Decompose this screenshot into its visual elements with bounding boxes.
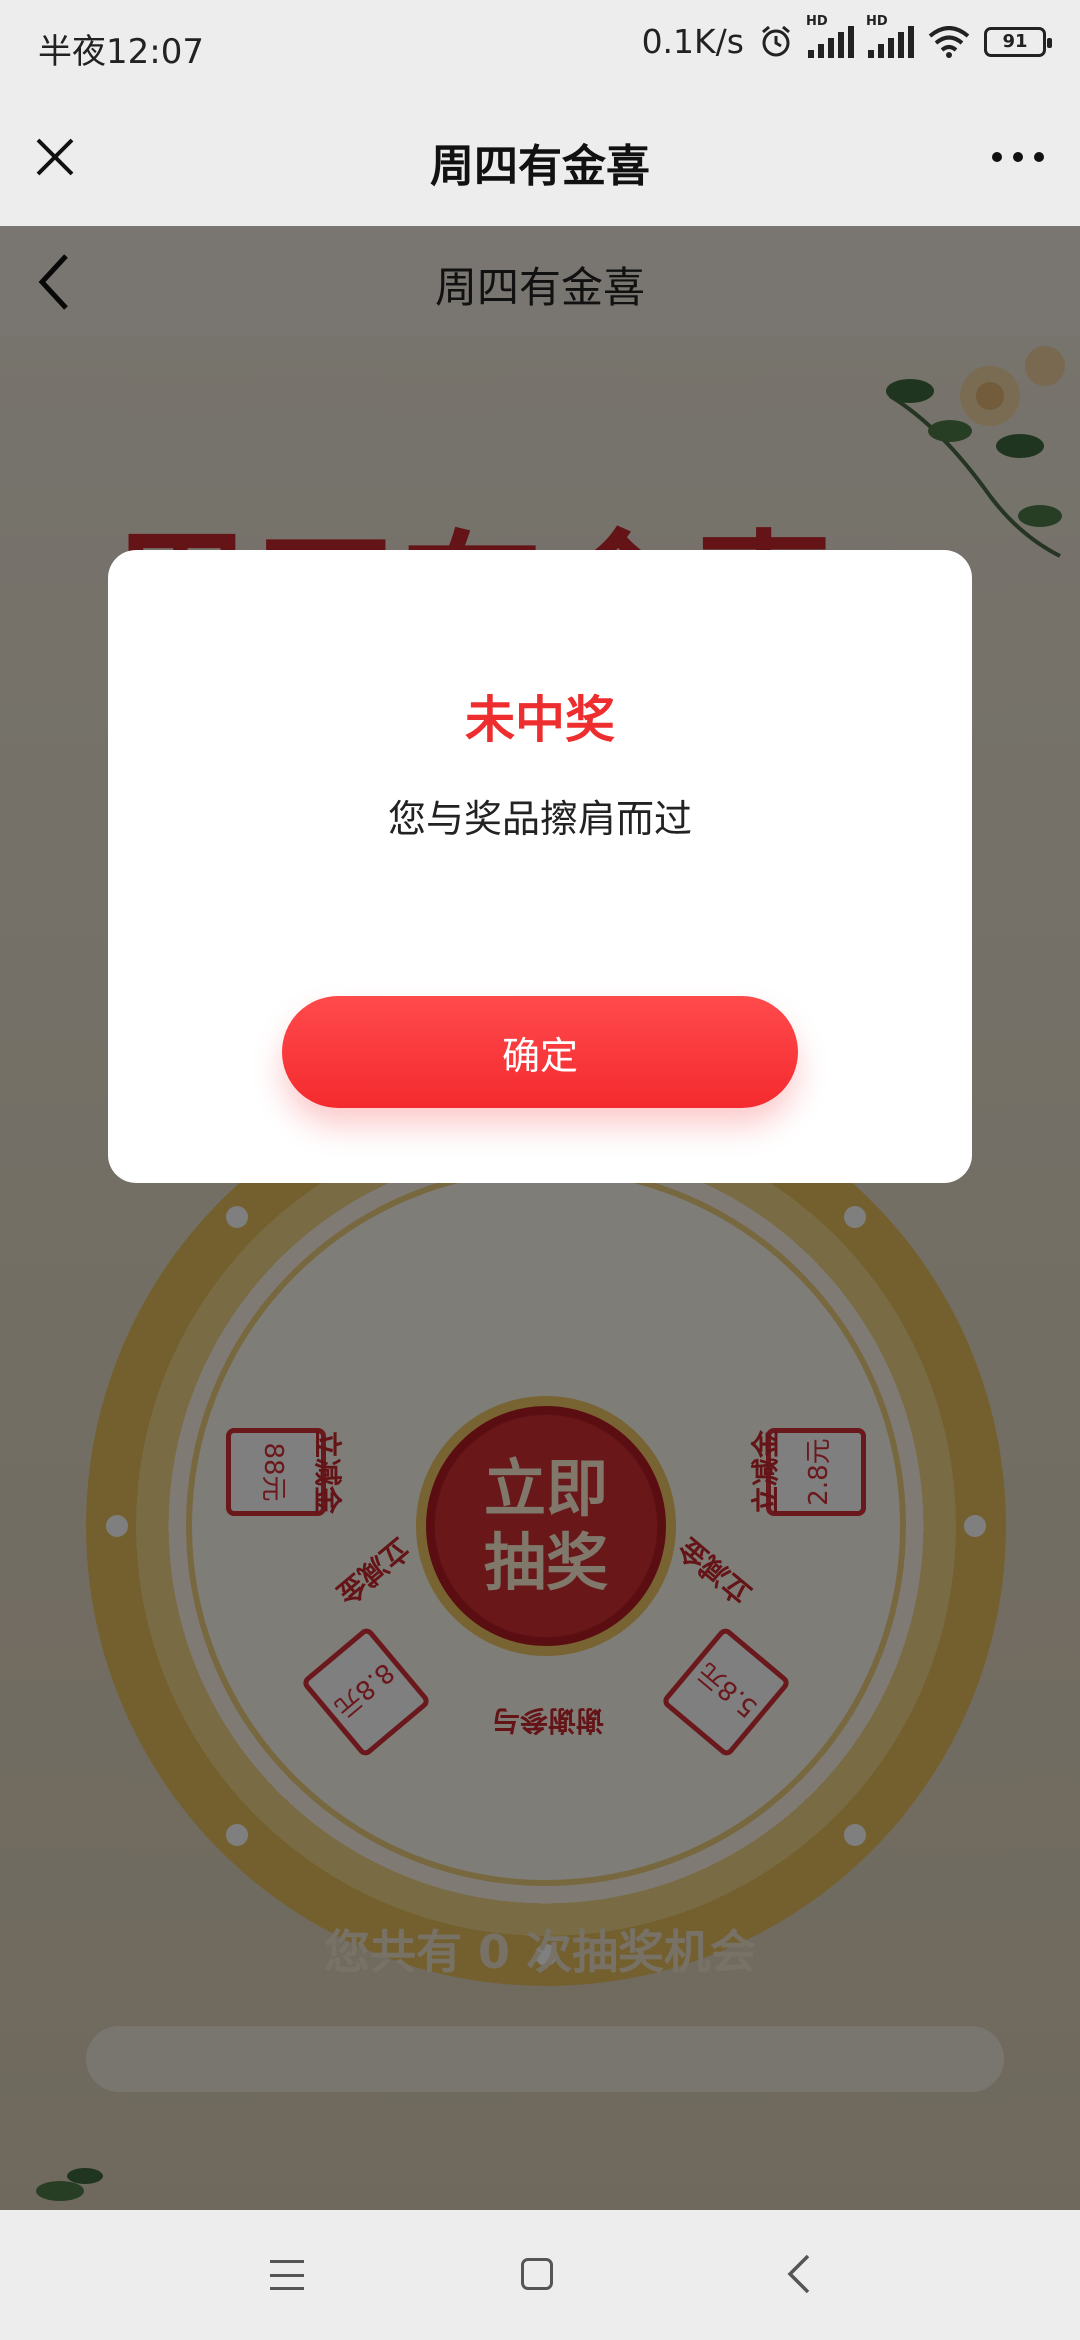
- app-title-bar: 周四有金喜: [0, 92, 1080, 226]
- dialog-title: 未中奖: [465, 691, 615, 749]
- status-time: 半夜12:07: [38, 32, 204, 72]
- battery-icon: 91: [984, 26, 1052, 57]
- home-icon[interactable]: [521, 2258, 553, 2290]
- more-dots-icon[interactable]: [992, 152, 1044, 162]
- confirm-button[interactable]: 确定: [282, 996, 798, 1108]
- app-title: 周四有金喜: [430, 141, 650, 192]
- dialog-message: 您与奖品擦肩而过: [387, 797, 692, 841]
- signal-icon-2: HD: [866, 14, 914, 58]
- dim-overlay: [0, 226, 1080, 2210]
- back-icon[interactable]: [784, 2252, 814, 2296]
- status-bar: 半夜12:07 0.1K/s HD HD 91: [0, 0, 1080, 92]
- signal-icon-1: HD: [806, 14, 854, 58]
- network-speed: 0.1K/s: [641, 22, 744, 61]
- system-nav-bar: [0, 2210, 1080, 2340]
- wifi-icon: [928, 25, 970, 58]
- result-dialog: 未中奖 您与奖品擦肩而过 确定: [108, 550, 972, 1183]
- menu-icon[interactable]: [270, 2260, 304, 2290]
- alarm-icon: [762, 25, 790, 56]
- status-icons: 0.1K/s HD HD 91: [641, 14, 1052, 61]
